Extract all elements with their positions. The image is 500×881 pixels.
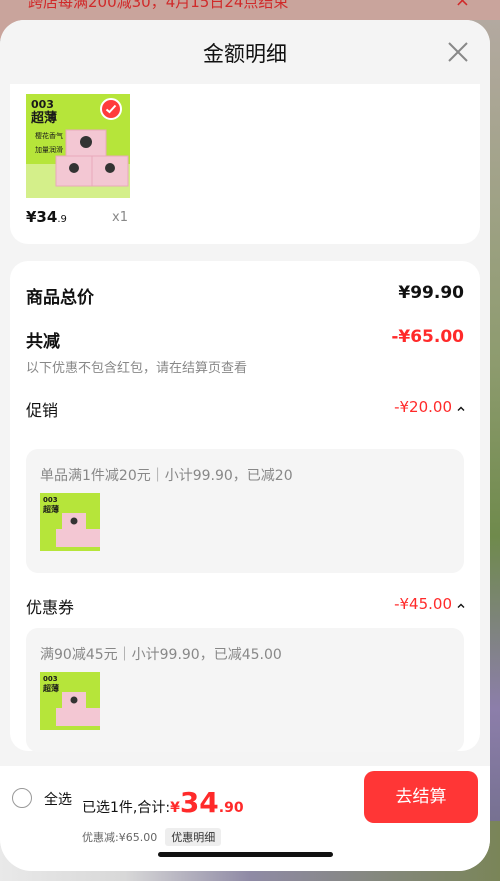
select-all-radio[interactable] <box>12 788 32 808</box>
close-button[interactable] <box>446 40 470 64</box>
total-amount-dec: .90 <box>218 800 244 816</box>
summary-prefix: 已选1件,合计: <box>82 800 171 816</box>
discount-text: 优惠减:¥65.00 <box>82 831 158 844</box>
sheet-header: 金额明细 <box>0 20 490 84</box>
chevron-up-icon[interactable] <box>456 404 466 414</box>
check-icon <box>105 104 117 114</box>
order-summary: 已选1件,合计:¥34.90 <box>82 786 244 819</box>
coupon-desc: 满90减45元｜小计99.90，已减45.00 <box>40 647 282 663</box>
total-amount-int: 34 <box>179 786 219 819</box>
promo-thumb-text-main: 超薄 <box>42 504 59 514</box>
promo-product-thumbnail: 003 超薄 <box>40 493 100 551</box>
product-price: ¥34.9 <box>26 208 67 226</box>
total-reduction-value: -¥65.00 <box>391 327 464 347</box>
background-banner-text: 跨店每满200减30，4月15日24点结束 <box>28 0 289 11</box>
checkout-button[interactable]: 去结算 <box>364 771 478 823</box>
sheet-title: 金额明细 <box>203 42 287 66</box>
coupon-label: 优惠券 <box>26 598 75 617</box>
reduction-note: 以下优惠不包含红包，请在结算页查看 <box>26 361 248 376</box>
promo-label: 促销 <box>26 401 59 420</box>
thumb-text-top: 003 <box>31 98 54 111</box>
thumb-tag-2: 加量润滑 <box>35 145 63 154</box>
select-all-label[interactable]: 全选 <box>44 789 72 809</box>
checkout-bar: 全选 已选1件,合计:¥34.90 优惠减:¥65.00 优惠明细 去结算 <box>0 766 490 871</box>
close-icon <box>448 42 468 62</box>
total-price-label: 商品总价 <box>26 288 94 308</box>
discount-detail-button[interactable]: 优惠明细 <box>165 828 222 846</box>
chevron-up-icon[interactable] <box>456 601 466 611</box>
total-currency: ¥ <box>170 800 180 816</box>
promo-thumb-text-top: 003 <box>43 496 58 504</box>
coupon-detail-box: 满90减45元｜小计99.90，已减45.00 003 超薄 <box>26 628 464 752</box>
thumb-tag-1: 樱花香气 <box>35 131 63 140</box>
product-price-dec: .9 <box>57 214 67 225</box>
total-price-value: ¥99.90 <box>398 283 464 303</box>
thumb-text-main: 超薄 <box>31 110 57 126</box>
coupon-thumb-text-main: 超薄 <box>42 683 59 693</box>
promo-desc: 单品满1件减20元｜小计99.90，已减20 <box>40 468 293 484</box>
total-reduction-label: 共减 <box>26 332 60 352</box>
background-close-icon: × <box>454 0 470 11</box>
home-indicator <box>158 852 333 857</box>
product-price-int: ¥34 <box>26 208 58 226</box>
coupon-thumb-text-top: 003 <box>43 675 58 683</box>
product-card: 003 超薄 樱花香气 加量润滑 ¥34.9 x1 <box>10 84 480 244</box>
selected-check-badge <box>100 98 122 120</box>
product-quantity: x1 <box>112 210 128 225</box>
price-detail-card: 商品总价 ¥99.90 共减 -¥65.00 以下优惠不包含红包，请在结算页查看… <box>10 261 480 752</box>
amount-detail-sheet: 金额明细 003 超薄 樱花香气 加量润滑 ¥34.9 x1 商品总价 ¥99.… <box>0 20 490 871</box>
coupon-value[interactable]: -¥45.00 <box>394 595 452 613</box>
coupon-product-thumbnail: 003 超薄 <box>40 672 100 730</box>
promo-value[interactable]: -¥20.00 <box>394 398 452 416</box>
promo-detail-box: 单品满1件减20元｜小计99.90，已减20 003 超薄 <box>26 449 464 573</box>
discount-line: 优惠减:¥65.00 优惠明细 <box>82 828 222 846</box>
